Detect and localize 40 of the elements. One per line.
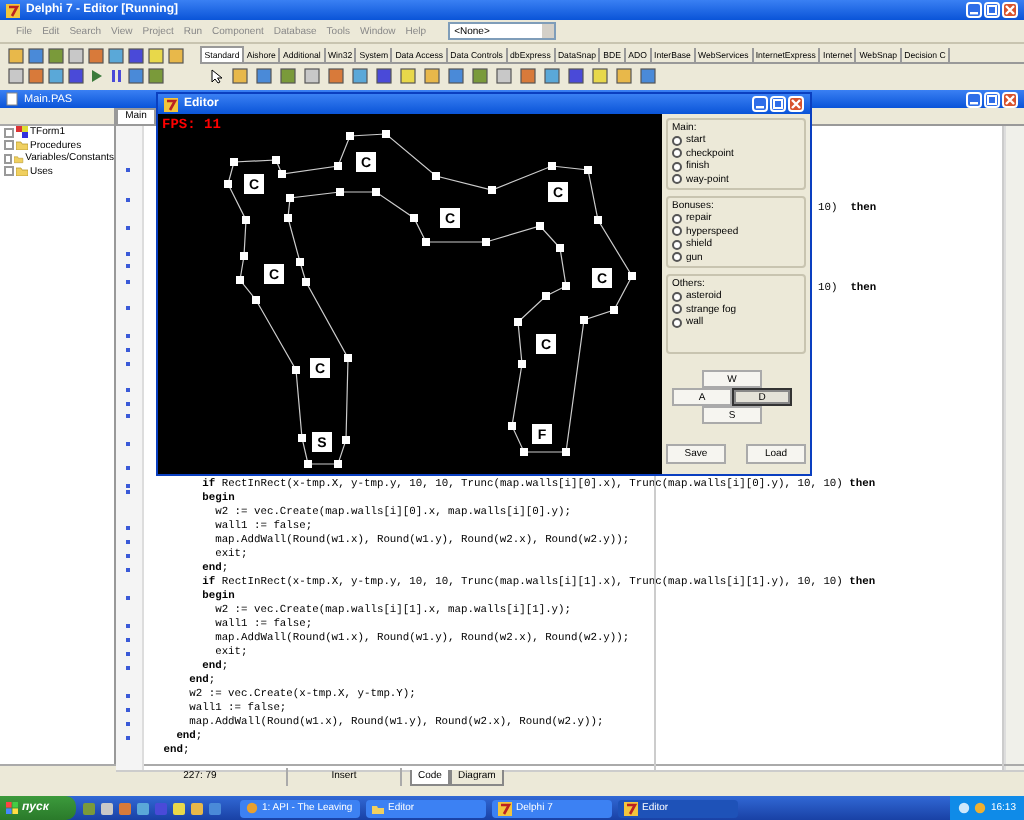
delphi-logo-icon (624, 801, 638, 815)
close-icon (790, 98, 802, 110)
minimize-button[interactable] (752, 96, 768, 112)
delphi-logo-icon (6, 3, 20, 17)
windows-logo-icon (6, 802, 18, 814)
maximize-icon (986, 93, 998, 105)
close-button[interactable] (1002, 91, 1018, 107)
delphi-logo-icon (498, 801, 512, 815)
vertical-scrollbar[interactable] (1004, 126, 1024, 770)
maximize-icon (772, 98, 784, 110)
maximize-icon (986, 4, 998, 16)
radio-button[interactable] (672, 317, 682, 328)
radio-button[interactable] (672, 174, 682, 185)
delphi-logo-icon (164, 97, 178, 111)
cursor-icon (208, 68, 224, 84)
maximize-button[interactable] (770, 96, 786, 112)
radio-button[interactable] (672, 239, 682, 250)
radio-button[interactable] (672, 135, 682, 146)
radio-button[interactable] (672, 148, 682, 159)
app-icon (246, 802, 258, 814)
maximize-button[interactable] (984, 2, 1000, 18)
run-icon (88, 68, 104, 84)
radio-button[interactable] (672, 304, 682, 315)
close-icon (1004, 93, 1016, 105)
radio-button[interactable] (672, 252, 682, 263)
component-icon (16, 126, 28, 139)
radio-button[interactable] (672, 213, 682, 224)
close-button[interactable] (1002, 2, 1018, 18)
radio-button[interactable] (672, 226, 682, 237)
pause-icon (108, 68, 124, 84)
tree-header (0, 108, 114, 126)
close-icon (1004, 4, 1016, 16)
folder-icon (372, 803, 384, 813)
minimize-button[interactable] (966, 91, 982, 107)
close-button[interactable] (788, 96, 804, 112)
radio-button[interactable] (672, 291, 682, 302)
radio-button[interactable] (672, 161, 682, 172)
file-icon (6, 92, 18, 106)
minimize-button[interactable] (966, 2, 982, 18)
maximize-button[interactable] (984, 91, 1000, 107)
